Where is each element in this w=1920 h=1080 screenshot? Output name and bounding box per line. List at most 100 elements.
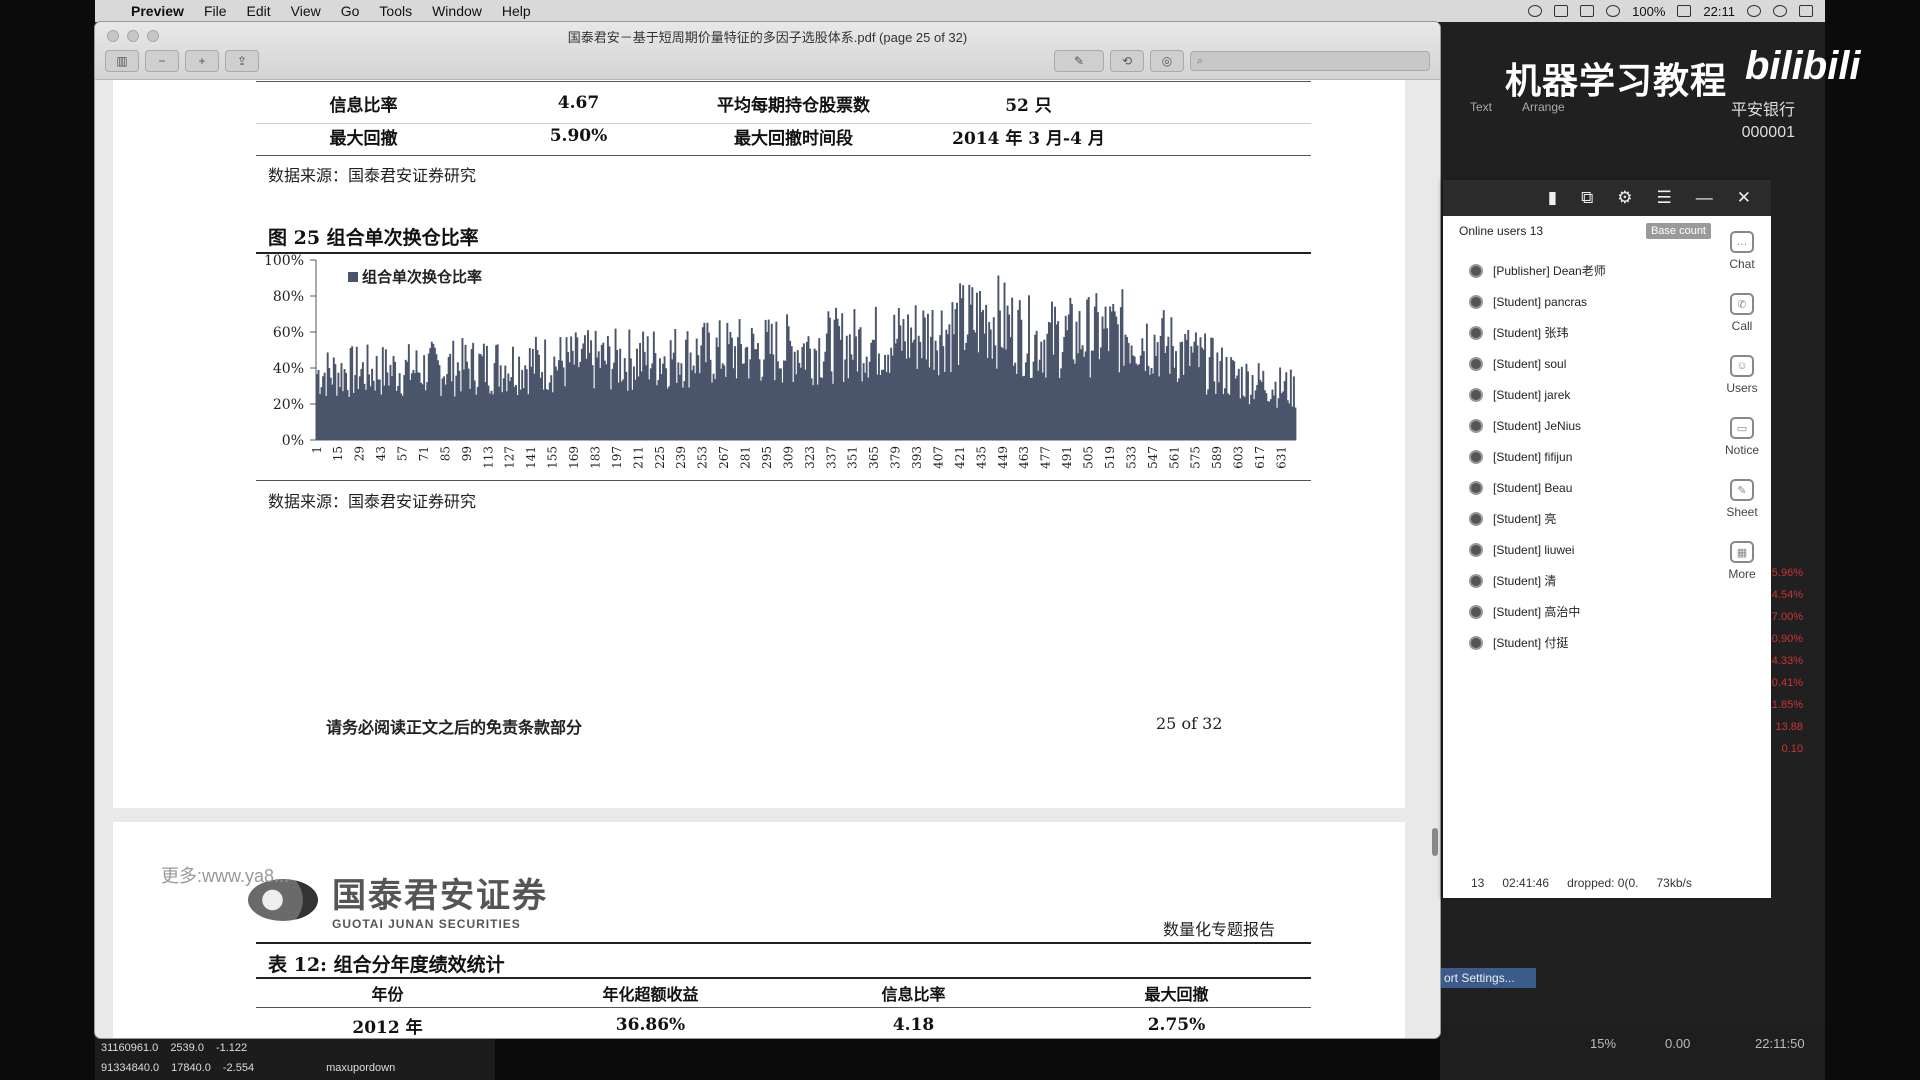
toolbar: ▥ − + ⇪ ✎ ⟲ ◎ ⌕ [105, 49, 1430, 73]
list-item[interactable]: [Student] jarek [1469, 379, 1689, 410]
company-logo: 国泰君安证券 GUOTAI JUNAN SECURITIES [248, 868, 548, 931]
menu-icon[interactable]: ☰ [1657, 188, 1672, 208]
list-item[interactable]: [Student] Beau [1469, 472, 1689, 503]
base-count-button[interactable]: Base count [1645, 223, 1711, 239]
status-rate: 73kb/s [1656, 876, 1692, 890]
list-item[interactable]: [Student] JeNius [1469, 410, 1689, 441]
list-item[interactable]: [Student] pancras [1469, 286, 1689, 317]
y-tick-label: 20% [273, 397, 304, 413]
menu-preview[interactable]: Preview [121, 3, 194, 19]
share-button[interactable]: ⇪ [225, 50, 259, 72]
menu-tools[interactable]: Tools [369, 3, 422, 19]
y-tick-label: 40% [273, 361, 304, 377]
menu-go[interactable]: Go [331, 3, 370, 19]
wifi-icon[interactable] [1606, 5, 1621, 17]
x-tick-label: 239 [674, 446, 688, 469]
notification-center-icon[interactable] [1799, 5, 1813, 17]
user-icon[interactable] [1747, 5, 1761, 17]
volume-icon[interactable] [1580, 5, 1595, 17]
user-name: [Student] 张玮 [1493, 326, 1569, 340]
tab-arrange[interactable]: Arrange [1522, 100, 1565, 114]
close-icon[interactable]: ✕ [1737, 188, 1751, 208]
preview-window: 国泰君安－基于短周期价量特征的多因子选股体系.pdf (page 25 of 3… [95, 22, 1440, 1038]
menubar-clock[interactable]: 22:11 [1703, 4, 1735, 19]
pdf-page: 国泰君安证券 GUOTAI JUNAN SECURITIES 更多:www.ya… [113, 822, 1405, 1038]
call-button[interactable]: ✆ Call [1713, 282, 1771, 344]
avatar [1469, 573, 1483, 588]
markup-pen-button[interactable]: ✎ [1054, 50, 1104, 72]
table-cell: 17840.0 [171, 1062, 211, 1074]
settings-button[interactable]: ort Settings... [1440, 968, 1536, 988]
list-item[interactable]: [Student] 高治中 [1469, 596, 1689, 627]
spotlight-icon[interactable] [1773, 5, 1787, 17]
chat-button[interactable]: … Chat [1713, 220, 1771, 282]
user-name: [Student] liuwei [1493, 542, 1575, 557]
list-item[interactable]: [Student] liuwei [1469, 534, 1689, 565]
list-item[interactable]: [Student] 张玮 [1469, 317, 1689, 348]
list-item[interactable]: [Student] soul [1469, 348, 1689, 379]
column-header: 最大回撤 [1144, 985, 1209, 1004]
more-button[interactable]: ▦ More [1713, 530, 1771, 592]
search-icon: ⌕ [1197, 54, 1204, 67]
side-actions: … Chat ✆ Call ☺ Users ▭ Notice ✎ Sheet ▦ More [1713, 220, 1771, 592]
minimize-icon[interactable]: — [1696, 188, 1713, 208]
zoom-out-button[interactable]: − [145, 50, 179, 72]
table-cell: 2539.0 [170, 1042, 204, 1054]
table-row: 31160961.0 2539.0 -1.122 [95, 1038, 495, 1058]
users-label: Users [1726, 381, 1758, 395]
table-cell: 52 只 [1005, 95, 1052, 116]
call-label: Call [1731, 319, 1753, 333]
avatar [1469, 387, 1483, 402]
sidebar-toggle-button[interactable]: ▥ [105, 50, 139, 72]
avatar [1469, 542, 1483, 557]
y-tick-label: 80% [273, 289, 304, 305]
avatar [1469, 325, 1483, 340]
document-area[interactable]: 信息比率 4.67 平均每期持仓股票数 52 只 最大回撤 5.90% 最大回撤… [95, 80, 1440, 1038]
divider [256, 942, 1311, 944]
menu-window[interactable]: Window [422, 3, 492, 19]
list-item[interactable]: [Student] 清 [1469, 565, 1689, 596]
menu-bar: Preview File Edit View Go Tools Window H… [95, 0, 1825, 22]
divider [256, 81, 1311, 82]
menu-view[interactable]: View [281, 3, 331, 19]
list-item[interactable]: [Student] 亮 [1469, 503, 1689, 534]
users-button[interactable]: ☺ Users [1713, 344, 1771, 406]
airplay-icon[interactable] [1554, 5, 1569, 17]
table-row: 信息比率 4.67 平均每期持仓股票数 52 只 [256, 92, 1311, 116]
list-item[interactable]: [Student] 付挺 [1469, 627, 1689, 658]
table-row: 91334840.0 17840.0 -2.554 maxupordown [95, 1058, 495, 1078]
sheet-button[interactable]: ✎ Sheet [1713, 468, 1771, 530]
gear-icon[interactable]: ⚙ [1617, 188, 1632, 208]
tab-text[interactable]: Text [1470, 100, 1492, 114]
list-item[interactable]: [Publisher] Dean老师 [1469, 255, 1689, 286]
stock-code: 000001 [1741, 124, 1795, 141]
menu-help[interactable]: Help [492, 3, 541, 19]
online-users-panel: ▮ ⧉ ⚙ ☰ — ✕ Online users 13 Base count [… [1443, 180, 1771, 898]
record-icon[interactable] [1528, 5, 1543, 17]
x-tick-label: 435 [974, 446, 988, 469]
menu-file[interactable]: File [194, 3, 237, 19]
list-item[interactable]: [Student] fifijun [1469, 441, 1689, 472]
search-field[interactable]: ⌕ [1190, 51, 1430, 71]
user-name: [Student] 清 [1493, 574, 1557, 588]
notice-button[interactable]: ▭ Notice [1713, 406, 1771, 468]
users-icon: ☺ [1730, 355, 1754, 377]
chart: 0% 20% 40% 60% 80% 100% 组合单次换仓比率 1 15 29 43 57 71 85 9… [256, 250, 1311, 480]
markup-toolbar-button[interactable]: ◎ [1150, 50, 1184, 72]
chart-bar [1294, 407, 1297, 440]
scrollbar-thumb[interactable] [1432, 828, 1438, 856]
popout-icon[interactable]: ⧉ [1581, 188, 1593, 208]
x-tick-label: 169 [567, 446, 581, 469]
rotate-button[interactable]: ⟲ [1110, 50, 1144, 72]
x-tick-label: 337 [824, 446, 838, 469]
menu-edit[interactable]: Edit [237, 3, 281, 19]
watermark: 更多:www.ya8... [161, 866, 290, 886]
user-name: [Publisher] Dean老师 [1493, 264, 1606, 278]
battery-icon[interactable] [1677, 5, 1692, 17]
battery-percent[interactable]: 100% [1632, 4, 1665, 19]
zoom-in-button[interactable]: + [185, 50, 219, 72]
x-tick-label: 379 [889, 446, 903, 469]
x-tick-label: 491 [1060, 446, 1074, 469]
x-tick-label: 547 [1146, 446, 1160, 469]
column-header: 信息比率 [881, 985, 946, 1004]
